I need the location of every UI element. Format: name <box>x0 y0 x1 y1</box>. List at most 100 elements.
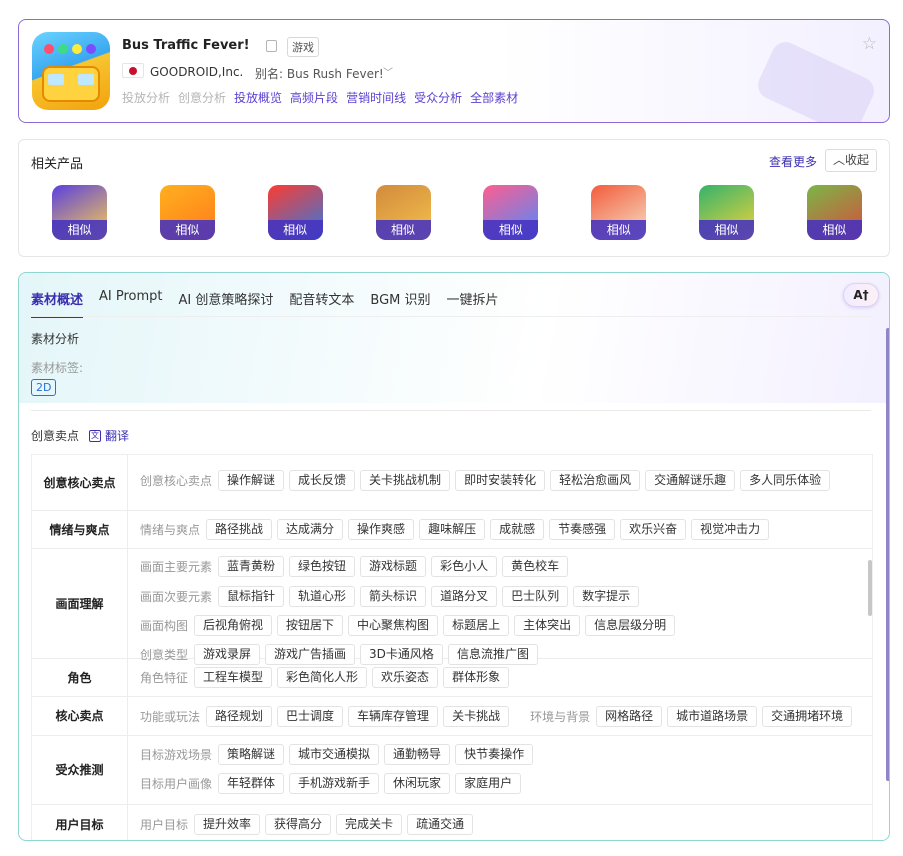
tag-chip[interactable]: 关卡挑战 <box>443 706 510 727</box>
section-divider <box>31 410 871 411</box>
table-scrollbar[interactable] <box>868 560 872 616</box>
related-product-3[interactable]: 相似 <box>375 185 431 240</box>
tag-chip[interactable]: 道路分叉 <box>431 586 498 607</box>
tag-chip[interactable]: 箭头标识 <box>360 586 427 607</box>
related-product-6[interactable]: 相似 <box>699 185 755 240</box>
tag-chip[interactable]: 游戏标题 <box>360 556 427 577</box>
tag-chip[interactable]: 数字提示 <box>573 586 640 607</box>
tag-chip[interactable]: 鼠标指针 <box>218 586 285 607</box>
tag-chip[interactable]: 获得高分 <box>265 814 332 835</box>
nav-link-6[interactable]: 全部素材 <box>470 89 518 106</box>
tag-chip[interactable]: 轨道心形 <box>289 586 356 607</box>
tag-chip[interactable]: 成就感 <box>490 519 545 540</box>
tag-chip[interactable]: 操作爽感 <box>348 519 415 540</box>
related-product-1[interactable]: 相似 <box>159 185 215 240</box>
tab-4[interactable]: BGM 识别 <box>370 289 430 318</box>
tag-chip[interactable]: 策略解谜 <box>218 744 285 765</box>
tag-chip[interactable]: 达成满分 <box>277 519 344 540</box>
tag-chip[interactable]: 通勤畅导 <box>384 744 451 765</box>
tag-chip[interactable]: 蓝青黄粉 <box>218 556 285 577</box>
tag-chip[interactable]: 按钮居下 <box>277 615 344 636</box>
attribute-line: 角色特征 工程车模型 彩色简化人形 欢乐姿态 群体形象 <box>140 667 510 688</box>
related-product-4[interactable]: 相似 <box>483 185 539 240</box>
tag-chip[interactable]: 操作解谜 <box>218 470 285 491</box>
tag-chip[interactable]: 家庭用户 <box>455 773 522 794</box>
attribute-line: 目标游戏场景 策略解谜 城市交通模拟 通勤畅导 快节奏操作 <box>140 744 534 765</box>
tag-chip[interactable]: 主体突出 <box>514 615 581 636</box>
row-header: 情绪与爽点 <box>32 511 128 548</box>
tag-chip[interactable]: 关卡挑战机制 <box>360 470 451 491</box>
tag-chip[interactable]: 完成关卡 <box>336 814 403 835</box>
tag-chip[interactable]: 交通拥堵环境 <box>762 706 853 727</box>
tag-chip[interactable]: 绿色按钮 <box>289 556 356 577</box>
tag-chip[interactable]: 信息层级分明 <box>585 615 676 636</box>
tag-chip[interactable]: 年轻群体 <box>218 773 285 794</box>
nav-link-5[interactable]: 受众分析 <box>414 89 462 106</box>
attribute-label: 功能或玩法 <box>140 710 201 724</box>
attribute-label: 画面次要元素 <box>140 590 213 604</box>
tag-chip[interactable]: 城市交通模拟 <box>289 744 380 765</box>
chevron-down-icon[interactable]: ﹀ <box>383 64 393 79</box>
nav-link-4[interactable]: 营销时间线 <box>346 89 406 106</box>
tag-chip[interactable]: 提升效率 <box>194 814 261 835</box>
tag-chip[interactable]: 视觉冲击力 <box>691 519 770 540</box>
tag-chip[interactable]: 休闲玩家 <box>384 773 451 794</box>
tab-0[interactable]: 素材概述 <box>31 289 84 318</box>
related-product-0[interactable]: 相似 <box>52 185 107 240</box>
tag-chip[interactable]: 成长反馈 <box>289 470 356 491</box>
nav-link-3[interactable]: 高频片段 <box>290 89 338 106</box>
star-icon[interactable]: ☆ <box>862 34 877 54</box>
attribute-line: 画面构图 后视角俯视 按钮居下 中心聚焦构图 标题居上 主体突出 信息层级分明 <box>140 615 676 636</box>
tag-chip[interactable]: 欢乐姿态 <box>372 667 439 688</box>
related-products-card: 相关产品 查看更多 ︿收起 相似 相似 相似 相似 相似 相似 相似 相似 <box>18 139 890 257</box>
tag-chip[interactable]: 巴士调度 <box>277 706 344 727</box>
tag-chip[interactable]: 工程车模型 <box>194 667 273 688</box>
related-products-list: 相似 相似 相似 相似 相似 相似 相似 相似 <box>52 185 862 240</box>
developer-name[interactable]: GOODROID,Inc. <box>150 65 243 79</box>
tag-chip[interactable]: 巴士队列 <box>502 586 569 607</box>
tag-chip[interactable]: 彩色小人 <box>431 556 498 577</box>
tab-1[interactable]: AI Prompt <box>99 289 163 318</box>
related-product-7[interactable]: 相似 <box>806 185 862 240</box>
tag-chip[interactable]: 疏通交通 <box>407 814 474 835</box>
tag-chip[interactable]: 轻松治愈画风 <box>550 470 641 491</box>
related-product-2[interactable]: 相似 <box>267 185 323 240</box>
app-title: Bus Traffic Fever! <box>122 38 250 53</box>
tag-chip[interactable]: 节奏感强 <box>549 519 616 540</box>
translate-button[interactable]: 文 翻译 <box>89 427 129 444</box>
tag-chip[interactable]: 城市道路场景 <box>667 706 758 727</box>
tag-chip[interactable]: 欢乐兴奋 <box>620 519 687 540</box>
tab-3[interactable]: 配音转文本 <box>289 289 354 318</box>
tag-chip[interactable]: 后视角俯视 <box>194 615 273 636</box>
tab-5[interactable]: 一键拆片 <box>447 289 499 318</box>
ai-assistant-button[interactable]: A† <box>843 283 879 307</box>
tag-chip[interactable]: 黄色校车 <box>502 556 569 577</box>
copy-icon[interactable] <box>266 40 277 52</box>
similar-badge: 相似 <box>483 220 539 240</box>
bus-illustration <box>42 66 100 102</box>
panel-scrollbar[interactable] <box>886 328 889 781</box>
tag-chip[interactable]: 多人同乐体验 <box>740 470 831 491</box>
tag-chip[interactable]: 路径挑战 <box>206 519 273 540</box>
tag-chip[interactable]: 网格路径 <box>596 706 663 727</box>
tag-chip[interactable]: 快节奏操作 <box>455 744 534 765</box>
tag-chip[interactable]: 车辆库存管理 <box>348 706 439 727</box>
tag-chip[interactable]: 即时安装转化 <box>455 470 546 491</box>
tag-chip[interactable]: 标题居上 <box>443 615 510 636</box>
selling-points-table: 创意核心卖点 创意核心卖点 操作解谜 成长反馈 关卡挑战机制 即时安装转化 轻松治愈画风 交通… <box>31 454 873 840</box>
alias-text: 别名: Bus Rush Fever! <box>255 67 384 81</box>
tag-chip[interactable]: 手机游戏新手 <box>289 773 380 794</box>
tag-chip[interactable]: 中心聚焦构图 <box>348 615 439 636</box>
tab-2[interactable]: AI 创意策略探讨 <box>179 289 274 318</box>
tag-chip[interactable]: 彩色简化人形 <box>277 667 368 688</box>
creative-selling-points-title: 创意卖点 <box>31 429 80 443</box>
view-more-link[interactable]: 查看更多 <box>769 153 817 170</box>
collapse-button[interactable]: ︿收起 <box>825 149 878 172</box>
nav-link-2[interactable]: 投放概览 <box>234 89 282 106</box>
related-product-5[interactable]: 相似 <box>591 185 647 240</box>
tag-chip[interactable]: 群体形象 <box>443 667 510 688</box>
tag-chip[interactable]: 交通解谜乐趣 <box>645 470 736 491</box>
tag-chip[interactable]: 路径规划 <box>206 706 273 727</box>
similar-badge: 相似 <box>699 220 755 240</box>
tag-chip[interactable]: 趣味解压 <box>419 519 486 540</box>
